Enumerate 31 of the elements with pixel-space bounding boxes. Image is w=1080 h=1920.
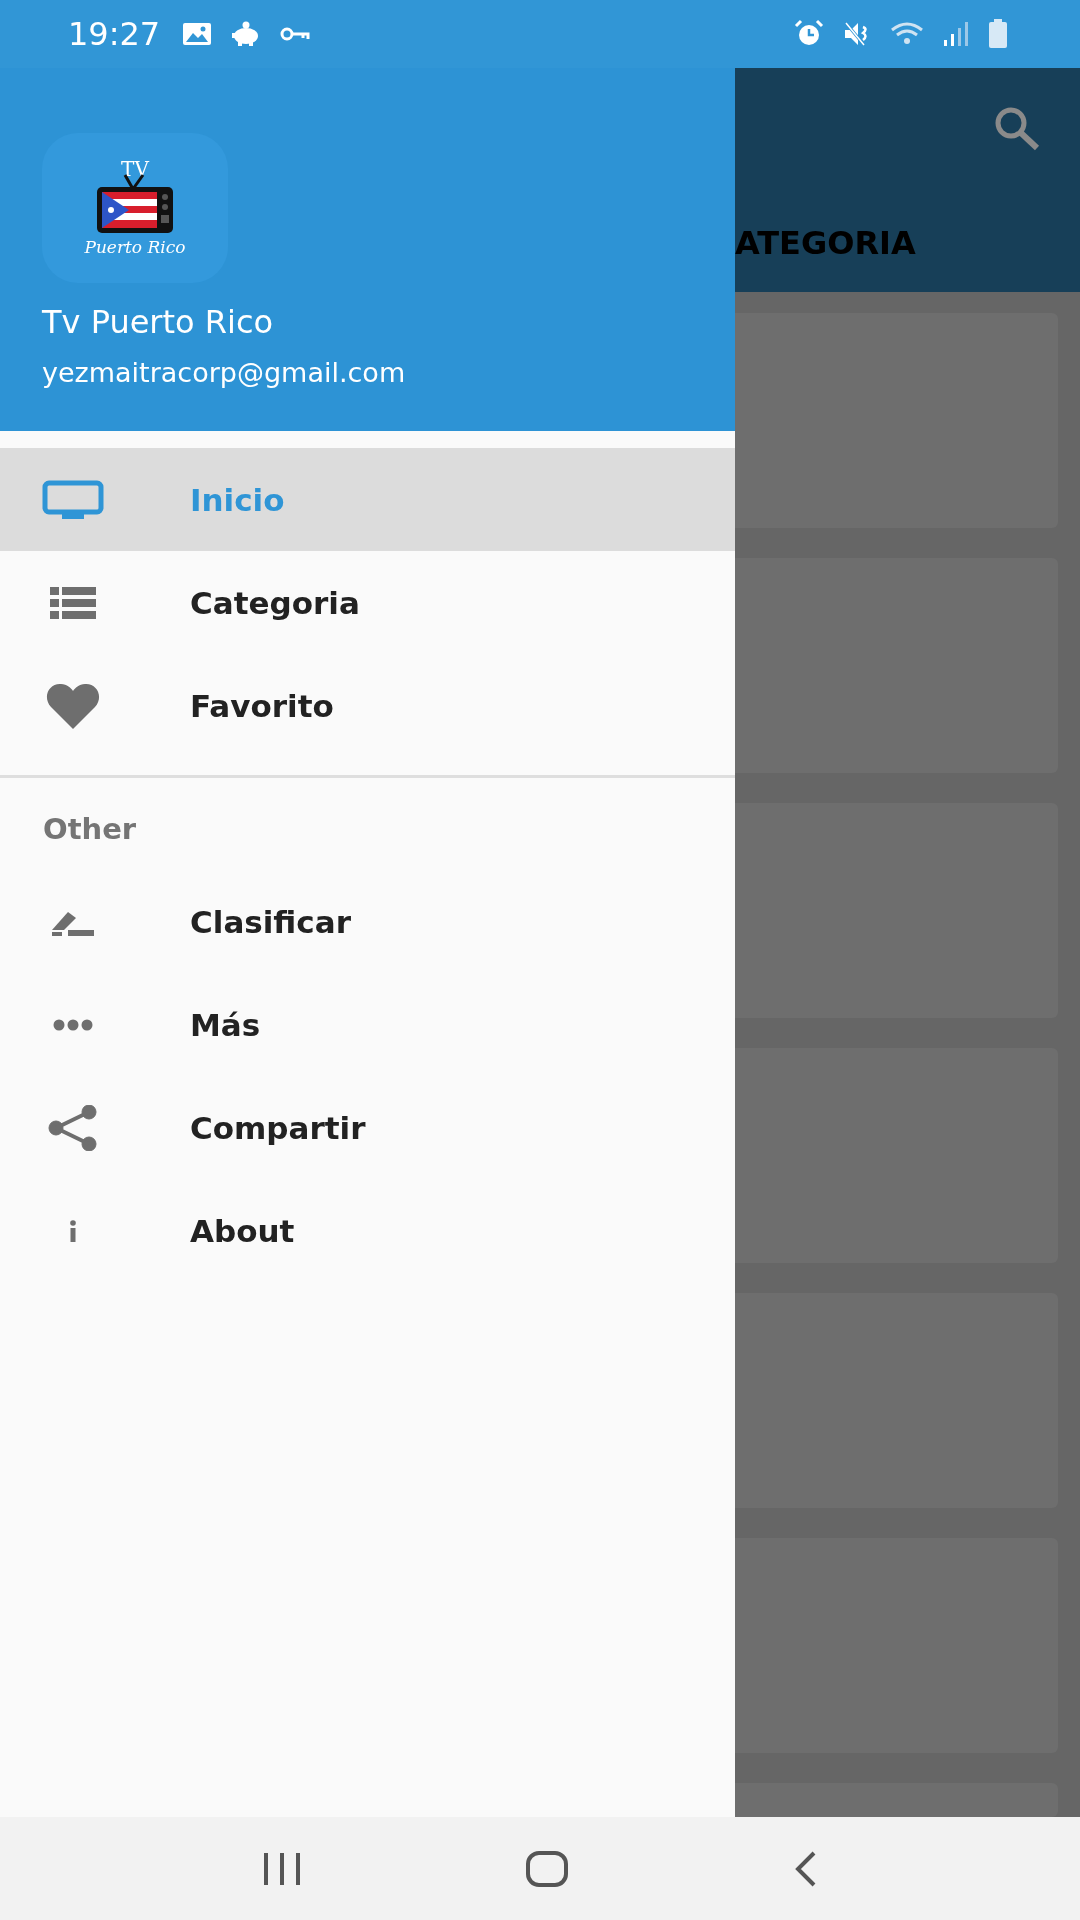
signal-icon (942, 20, 970, 48)
tv-icon (42, 479, 104, 520)
recent-apps-icon[interactable] (261, 1851, 302, 1886)
more-icon (53, 1018, 93, 1031)
list-icon (50, 586, 96, 619)
drawer-item[interactable]: Más (0, 973, 735, 1076)
card[interactable] (735, 1538, 1058, 1753)
status-time: 19:27 (68, 15, 161, 53)
account-email: yezmaitracorp@gmail.com (42, 357, 407, 388)
logo-text: TV (121, 159, 149, 179)
logo-text: Puerto Rico (84, 237, 186, 257)
card[interactable] (735, 313, 1058, 528)
drawer-item[interactable]: Favorito (0, 654, 735, 757)
drawer-item[interactable]: Compartir (0, 1076, 735, 1179)
drawer-item[interactable]: Categoria (0, 551, 735, 654)
card[interactable] (735, 1293, 1058, 1508)
home-icon[interactable] (525, 1849, 569, 1888)
share-icon (48, 1104, 98, 1151)
image-icon (182, 22, 213, 46)
heart-icon (46, 682, 100, 729)
section-title: Other (42, 811, 138, 848)
card[interactable] (735, 558, 1058, 773)
key-icon (280, 25, 311, 43)
drawer-item[interactable]: Clasificar (0, 870, 735, 973)
card[interactable] (735, 1783, 1058, 1817)
card[interactable] (735, 1048, 1058, 1263)
battery-icon (988, 19, 1008, 49)
drawer-item[interactable]: About (0, 1179, 735, 1282)
card[interactable] (735, 803, 1058, 1018)
account-name: Tv Puerto Rico (42, 303, 275, 341)
info-icon (69, 1219, 77, 1242)
